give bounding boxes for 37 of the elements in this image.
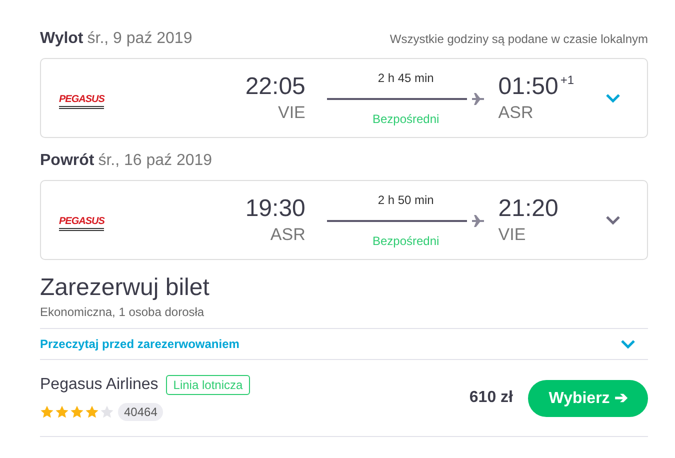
star-icon	[85, 405, 99, 419]
star-icon	[55, 405, 69, 419]
flight-duration: 2 h 50 min	[378, 192, 434, 206]
airplane-icon	[470, 214, 485, 228]
leg-date: śr., 9 paź 2019	[87, 30, 192, 47]
review-count: 40464	[118, 403, 164, 421]
departure-time: 19:30	[245, 195, 306, 223]
star-icon	[40, 405, 54, 419]
provider-tag: Linia lotnicza	[166, 375, 250, 395]
leg-label: Powrót	[40, 152, 94, 169]
arrival-time: 01:50	[498, 73, 558, 101]
day-offset: +1	[560, 73, 574, 87]
star-icon	[100, 405, 114, 419]
chevron-down-icon[interactable]	[605, 215, 621, 225]
price: 610 zł	[469, 389, 513, 407]
star-icon	[70, 405, 84, 419]
arrival-airport: VIE	[498, 225, 527, 245]
fare-summary: Ekonomiczna, 1 osoba dorosła	[40, 305, 206, 319]
stops-label: Bezpośredni	[372, 234, 440, 248]
timezone-note: Wszystkie godziny są podane w czasie lokalnym	[390, 32, 648, 46]
arrival-time: 21:20	[498, 195, 558, 223]
departure-airport: VIE	[278, 103, 306, 123]
flight-duration: 2 h 45 min	[378, 70, 434, 84]
arrival-airport: ASR	[498, 103, 534, 123]
section-title: Zarezerwuj bilet	[40, 274, 210, 302]
chevron-down-icon[interactable]	[620, 339, 636, 349]
chevron-down-icon[interactable]	[605, 93, 621, 103]
airline-logo: PEGASUS	[59, 94, 104, 109]
departure-time: 22:05	[245, 73, 306, 101]
leg-date: śr., 16 paź 2019	[98, 152, 212, 169]
flight-card[interactable]: PEGASUS 19:30 ASR 2 h 50 min Bezpośredni 21:20 VIE	[40, 180, 648, 260]
provider-name: Pegasus Airlines	[40, 376, 158, 394]
stops-label: Bezpośredni	[372, 112, 440, 126]
leg-label: Wylot	[40, 30, 84, 47]
departure-airport: ASR	[270, 225, 306, 245]
airline-logo: PEGASUS	[59, 216, 104, 231]
airplane-icon	[470, 92, 485, 106]
